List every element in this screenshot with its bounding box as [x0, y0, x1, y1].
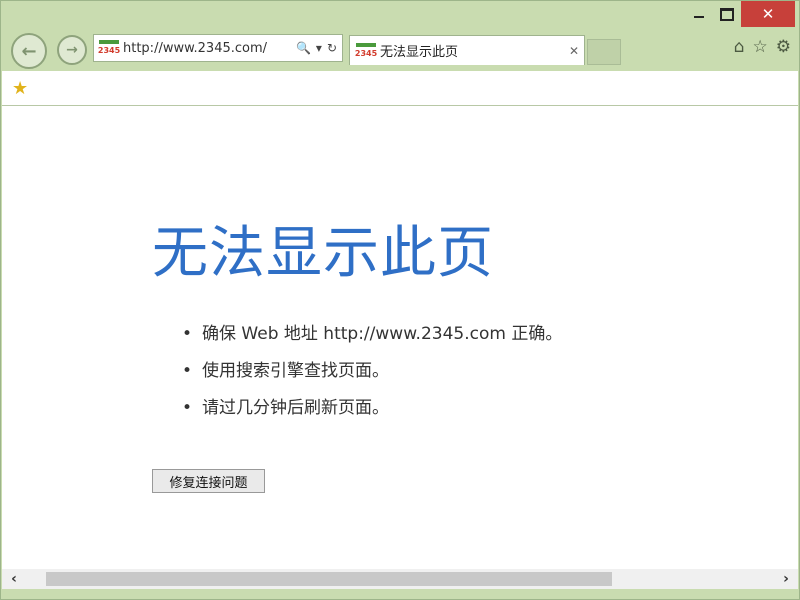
scroll-left-icon[interactable]: ‹ — [2, 571, 26, 587]
horizontal-scrollbar[interactable]: ‹ › — [2, 569, 798, 589]
scroll-right-icon[interactable]: › — [774, 571, 798, 587]
tab-favicon-icon: 2345 — [355, 42, 377, 59]
suggestion-item: 请过几分钟后刷新页面。 — [182, 390, 562, 427]
favorites-bar: ★ — [2, 71, 798, 106]
navigation-bar: ← → 2345 http://www.2345.com/ 🔍 ▾ ↻ 2345… — [1, 31, 799, 69]
gear-icon[interactable]: ⚙ — [776, 37, 791, 57]
browser-window: ✕ ← → 2345 http://www.2345.com/ 🔍 ▾ ↻ 23… — [0, 0, 800, 600]
scroll-thumb[interactable] — [46, 572, 612, 586]
tab-title: 无法显示此页 — [380, 45, 459, 60]
toolbar-icons: ⌂ ☆ ⚙ — [734, 37, 791, 57]
scroll-track[interactable] — [26, 572, 774, 586]
site-favicon-icon: 2345 — [98, 40, 120, 56]
suggestion-item: 使用搜索引擎查找页面。 — [182, 353, 562, 390]
address-bar[interactable]: 2345 http://www.2345.com/ 🔍 ▾ ↻ — [93, 34, 343, 62]
tab-close-icon[interactable]: ✕ — [564, 44, 584, 58]
minimize-button[interactable] — [685, 1, 713, 27]
chevron-down-icon[interactable]: ▾ — [316, 41, 322, 55]
page-content: 无法显示此页 确保 Web 地址 http://www.2345.com 正确。… — [2, 106, 798, 571]
forward-button[interactable]: → — [57, 35, 87, 65]
suggestion-item: 确保 Web 地址 http://www.2345.com 正确。 — [182, 316, 562, 353]
back-button[interactable]: ← — [11, 33, 47, 69]
home-icon[interactable]: ⌂ — [734, 37, 745, 57]
favorites-icon[interactable]: ☆ — [753, 37, 768, 57]
caption-buttons: ✕ — [685, 1, 799, 29]
tab-active[interactable]: 2345 无法显示此页 ✕ — [349, 35, 585, 65]
close-button[interactable]: ✕ — [741, 1, 795, 27]
maximize-button[interactable] — [713, 1, 741, 27]
error-title: 无法显示此页 — [152, 221, 494, 286]
refresh-icon[interactable]: ↻ — [327, 41, 337, 55]
add-favorites-icon[interactable]: ★ — [12, 78, 28, 99]
new-tab-button[interactable] — [587, 39, 621, 65]
search-icon[interactable]: 🔍 — [296, 41, 311, 55]
error-suggestions: 确保 Web 地址 http://www.2345.com 正确。 使用搜索引擎… — [182, 316, 562, 427]
address-icons: 🔍 ▾ ↻ — [296, 41, 342, 55]
url-text[interactable]: http://www.2345.com/ — [123, 41, 296, 56]
fix-connection-button[interactable]: 修复连接问题 — [152, 469, 265, 493]
